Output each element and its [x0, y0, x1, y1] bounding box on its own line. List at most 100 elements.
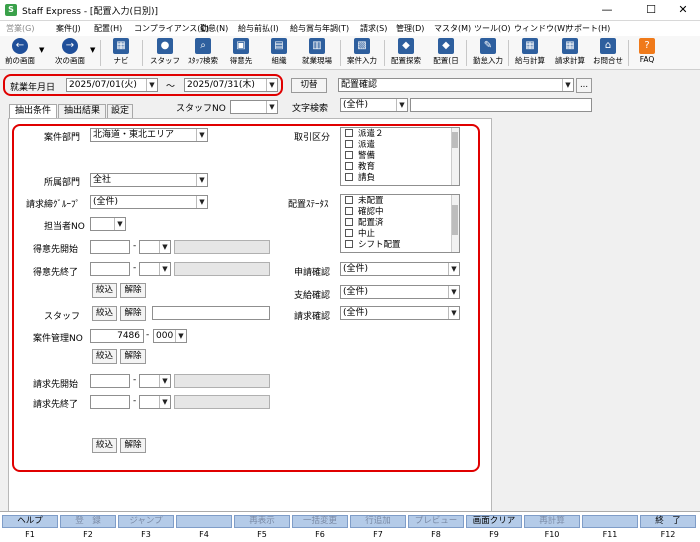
staff-search-button[interactable]: ⌕ ｽﾀｯﾌ検索 — [184, 38, 222, 68]
list-item[interactable]: 教育 — [341, 162, 459, 173]
period-from-select[interactable]: 2025/07/01(火) ▼ — [66, 78, 158, 92]
list-item[interactable]: 請負 — [341, 173, 459, 184]
kirikae-button[interactable]: 切替 — [291, 78, 327, 93]
staff-no-select[interactable]: ▼ — [230, 100, 278, 114]
customer-end-sub-select[interactable]: ▼ — [139, 262, 171, 276]
payroll-button[interactable]: ▦ 給与計算 — [512, 38, 548, 68]
checkbox[interactable] — [345, 151, 353, 159]
scrollbar-thumb[interactable] — [452, 132, 458, 148]
belong-dept-select[interactable]: 全社 ▼ — [90, 173, 208, 187]
billing-button[interactable]: ▦ 請求計算 — [552, 38, 588, 68]
forward-history-dropdown-icon[interactable]: ▼ — [90, 46, 95, 54]
placement-daily-button[interactable]: ◆ 配置(日 — [428, 38, 464, 68]
faq-button[interactable]: ? FAQ — [634, 38, 660, 68]
menu-kintai[interactable]: 勤怠(N) — [200, 23, 228, 34]
menu-haichi[interactable]: 配置(H) — [94, 23, 122, 34]
case-input-button[interactable]: ▧ 案件入力 — [344, 38, 380, 68]
maximize-button[interactable]: ☐ — [636, 0, 666, 21]
checkbox[interactable] — [345, 129, 353, 137]
person-no-select[interactable]: ▼ — [90, 217, 126, 231]
list-item[interactable]: 中止 — [341, 229, 459, 240]
fkey-refresh-button[interactable]: 再表示 — [234, 515, 290, 528]
case-clear-button[interactable]: 解除 — [120, 349, 146, 364]
case-narrow-button[interactable]: 絞込 — [92, 349, 117, 364]
close-button[interactable]: ✕ — [668, 0, 698, 21]
list-item[interactable]: 派遣２ — [341, 129, 459, 140]
tab-extract-result[interactable]: 抽出結果 — [58, 104, 106, 118]
customer-button[interactable]: ▣ 得意先 — [226, 38, 256, 68]
fkey-recalc-button[interactable]: 再計算 — [524, 515, 580, 528]
case-no-input[interactable]: 7486 — [90, 329, 144, 343]
customer-clear-button[interactable]: 解除 — [120, 283, 146, 298]
attendance-input-button[interactable]: ✎ 勤怠入力 — [470, 38, 506, 68]
scrollbar[interactable] — [451, 128, 459, 185]
bill-end-code-input[interactable] — [90, 395, 130, 409]
staff-input[interactable] — [152, 306, 270, 320]
bill-check-select[interactable]: (全件) ▼ — [340, 306, 460, 320]
fkey-help-button[interactable]: ヘルプ — [2, 515, 58, 528]
customer-end-code-input[interactable] — [90, 262, 130, 276]
more-button[interactable]: ... — [576, 78, 592, 93]
fkey-add-row-button[interactable]: 行追加 — [350, 515, 406, 528]
period-to-select[interactable]: 2025/07/31(木) ▼ — [184, 78, 278, 92]
customer-start-code-input[interactable] — [90, 240, 130, 254]
mode-select[interactable]: 配置確認 ▼ — [338, 78, 574, 92]
back-history-dropdown-icon[interactable]: ▼ — [39, 46, 44, 54]
checkbox[interactable] — [345, 207, 353, 215]
inquiry-button[interactable]: ⌂ お問合せ — [590, 38, 626, 68]
forward-button[interactable]: → 次の画面 — [50, 38, 90, 68]
text-search-mode-select[interactable]: (全件) ▼ — [340, 98, 408, 112]
list-item[interactable]: シフト配置 — [341, 240, 459, 251]
fkey-register-button[interactable]: 登 録 — [60, 515, 116, 528]
tab-extract-condition[interactable]: 抽出条件 — [9, 104, 57, 119]
case-dept-select[interactable]: 北海道・東北エリア ▼ — [90, 128, 208, 142]
scrollbar[interactable] — [451, 195, 459, 252]
list-item[interactable]: 確認中 — [341, 207, 459, 218]
billing-group-select[interactable]: (全件) ▼ — [90, 195, 208, 209]
pay-check-select[interactable]: (全件) ▼ — [340, 285, 460, 299]
menu-compliance[interactable]: コンプライアンス(C) — [134, 23, 209, 34]
worksite-button[interactable]: ▥ 就業現場 — [298, 38, 336, 68]
list-item[interactable]: 配置済 — [341, 218, 459, 229]
fkey-jump-button[interactable]: ジャンプ — [118, 515, 174, 528]
bill-narrow-button[interactable]: 絞込 — [92, 438, 117, 453]
navi-button[interactable]: ▦ ナビ — [106, 38, 136, 68]
staff-button[interactable]: ● スタッフ — [148, 38, 182, 68]
fkey-exit-button[interactable]: 終 了 — [640, 515, 696, 528]
list-item[interactable]: 未配置 — [341, 196, 459, 207]
tab-settings[interactable]: 設定 — [107, 104, 133, 118]
list-item[interactable]: 派遣 — [341, 140, 459, 151]
customer-start-sub-select[interactable]: ▼ — [139, 240, 171, 254]
checkbox[interactable] — [345, 173, 353, 181]
bill-clear-button[interactable]: 解除 — [120, 438, 146, 453]
menu-support[interactable]: サポート(H) — [566, 23, 610, 34]
organization-button[interactable]: ▤ 組織 — [264, 38, 294, 68]
fkey-preview-button[interactable]: プレビュー — [408, 515, 464, 528]
bill-end-sub-select[interactable]: ▼ — [139, 395, 171, 409]
checkbox[interactable] — [345, 218, 353, 226]
list-item[interactable]: 警備 — [341, 151, 459, 162]
minimize-button[interactable]: — — [592, 0, 622, 21]
menu-kanri[interactable]: 管理(D) — [396, 23, 424, 34]
apply-check-select[interactable]: (全件) ▼ — [340, 262, 460, 276]
checkbox[interactable] — [345, 196, 353, 204]
staff-clear-button[interactable]: 解除 — [120, 306, 146, 321]
fkey-bulk-change-button[interactable]: 一括変更 — [292, 515, 348, 528]
menu-eigyo[interactable]: 営業(G) — [6, 23, 34, 34]
fkey-f11-button[interactable] — [582, 515, 638, 528]
menu-tool[interactable]: ツール(O) — [474, 23, 511, 34]
customer-narrow-button[interactable]: 絞込 — [92, 283, 117, 298]
bill-start-code-input[interactable] — [90, 374, 130, 388]
menu-kyuyo[interactable]: 給与賞与年調(T) — [290, 23, 349, 34]
fkey-f4-button[interactable] — [176, 515, 232, 528]
back-button[interactable]: ← 前の画面 — [2, 38, 38, 68]
staff-narrow-button[interactable]: 絞込 — [92, 306, 117, 321]
placement-search-button[interactable]: ◆ 配置探索 — [388, 38, 424, 68]
case-no-sub-select[interactable]: 000 ▼ — [153, 329, 187, 343]
fkey-clear-screen-button[interactable]: 画面クリア — [466, 515, 522, 528]
menu-master[interactable]: マスタ(M) — [434, 23, 471, 34]
menu-seikyu[interactable]: 請求(S) — [360, 23, 387, 34]
checkbox[interactable] — [345, 162, 353, 170]
checkbox[interactable] — [345, 240, 353, 248]
scrollbar-thumb[interactable] — [452, 205, 458, 235]
